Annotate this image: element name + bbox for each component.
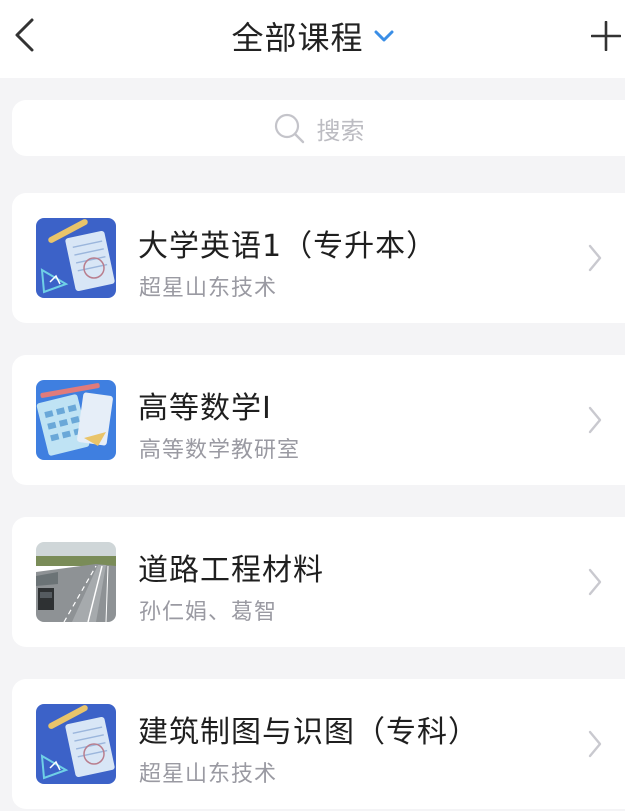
top-bar: 全部课程 <box>0 0 625 78</box>
course-card[interactable]: 高等数学I 高等数学教研室 <box>12 355 625 485</box>
course-title: 道路工程材料 <box>138 553 324 588</box>
search-placeholder: 搜索 <box>316 116 365 145</box>
chevron-right-icon <box>588 244 602 272</box>
course-filter-dropdown[interactable]: 全部课程 <box>0 14 625 58</box>
notebook-calculator-cover-icon <box>36 380 116 460</box>
course-title: 高等数学I <box>138 391 272 426</box>
course-title: 大学英语1（专升本） <box>138 229 438 264</box>
course-card[interactable]: 道路工程材料 孙仁娟、葛智 <box>12 517 625 647</box>
notebook-cover-icon <box>36 218 116 298</box>
course-title: 建筑制图与识图（专科） <box>138 715 479 750</box>
course-teacher: 超星山东技术 <box>139 276 278 301</box>
chevron-right-icon <box>588 568 602 596</box>
chevron-right-icon <box>588 406 602 434</box>
course-teacher: 高等数学教研室 <box>139 438 301 463</box>
plus-icon <box>591 21 621 51</box>
course-card[interactable]: 建筑制图与识图（专科） 超星山东技术 <box>12 679 625 809</box>
page-title: 全部课程 <box>231 19 364 57</box>
notebook-cover-icon <box>36 704 116 784</box>
search-input[interactable]: 搜索 <box>12 100 625 156</box>
course-card[interactable]: 大学英语1（专升本） 超星山东技术 <box>12 193 625 323</box>
add-course-button[interactable] <box>589 14 623 58</box>
chevron-right-icon <box>588 730 602 758</box>
search-icon <box>274 113 304 144</box>
course-teacher: 孙仁娟、葛智 <box>139 600 278 625</box>
chevron-down-icon <box>374 30 393 42</box>
highway-photo <box>36 542 116 622</box>
course-teacher: 超星山东技术 <box>139 762 278 787</box>
